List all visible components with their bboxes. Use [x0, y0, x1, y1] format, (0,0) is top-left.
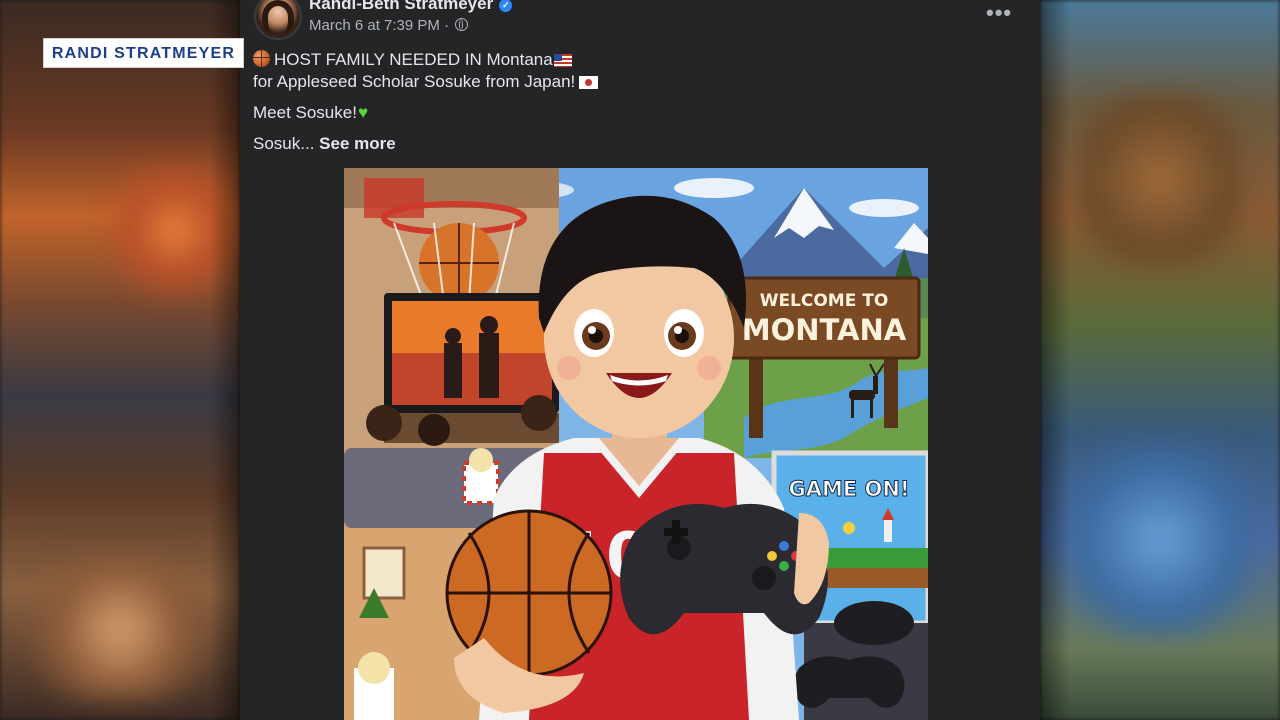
post-text-line-1: HOST FAMILY NEEDED IN Montana [253, 50, 572, 70]
post-text-3: Meet Sosuke! [253, 103, 357, 122]
post-image[interactable]: WELCOME TO MONTANA GAME ON! 10 [344, 168, 928, 720]
post-illustration: WELCOME TO MONTANA GAME ON! 10 [344, 168, 928, 720]
japan-flag-emoji [579, 76, 599, 89]
us-flag-emoji [553, 54, 572, 67]
basketball-emoji [253, 50, 270, 67]
post-text-2: for Appleseed Scholar Sosuke from Japan! [253, 72, 576, 91]
author-name[interactable]: Randi-Beth Stratmeyer ✓ [309, 0, 513, 14]
welcome-sign-line2: MONTANA [742, 313, 907, 347]
welcome-sign-line1: WELCOME TO [760, 291, 889, 311]
facebook-post: Randi-Beth Stratmeyer ✓ March 6 at 7:39 P… [240, 0, 1040, 720]
green-heart-emoji: ♥ [357, 103, 369, 122]
post-text-line-4: Sosuk... See more [253, 134, 396, 154]
blurred-background-right [1040, 0, 1280, 720]
verified-badge-icon: ✓ [499, 0, 513, 12]
post-meta: March 6 at 7:39 PM · [309, 17, 469, 34]
post-text-line-2: for Appleseed Scholar Sosuke from Japan! [253, 72, 599, 92]
game-on-sign: GAME ON! [788, 477, 909, 501]
post-text-line-3: Meet Sosuke!♥ [253, 103, 368, 123]
blurred-background-left [0, 0, 240, 720]
post-text-1: HOST FAMILY NEEDED IN Montana [274, 50, 553, 69]
globe-icon [455, 18, 469, 31]
news-caption-name: RANDI STRATMEYER [43, 38, 244, 68]
post-timestamp[interactable]: March 6 at 7:39 PM [309, 17, 440, 34]
meta-separator: · [444, 17, 450, 34]
see-more-link[interactable]: See more [319, 134, 396, 153]
post-text-truncated: Sosuk... [253, 134, 315, 153]
more-options-icon[interactable]: ••• [986, 0, 1012, 26]
post-header: Randi-Beth Stratmeyer ✓ March 6 at 7:39 P… [240, 0, 1040, 170]
author-name-text[interactable]: Randi-Beth Stratmeyer [309, 0, 493, 13]
author-avatar[interactable] [254, 0, 302, 40]
